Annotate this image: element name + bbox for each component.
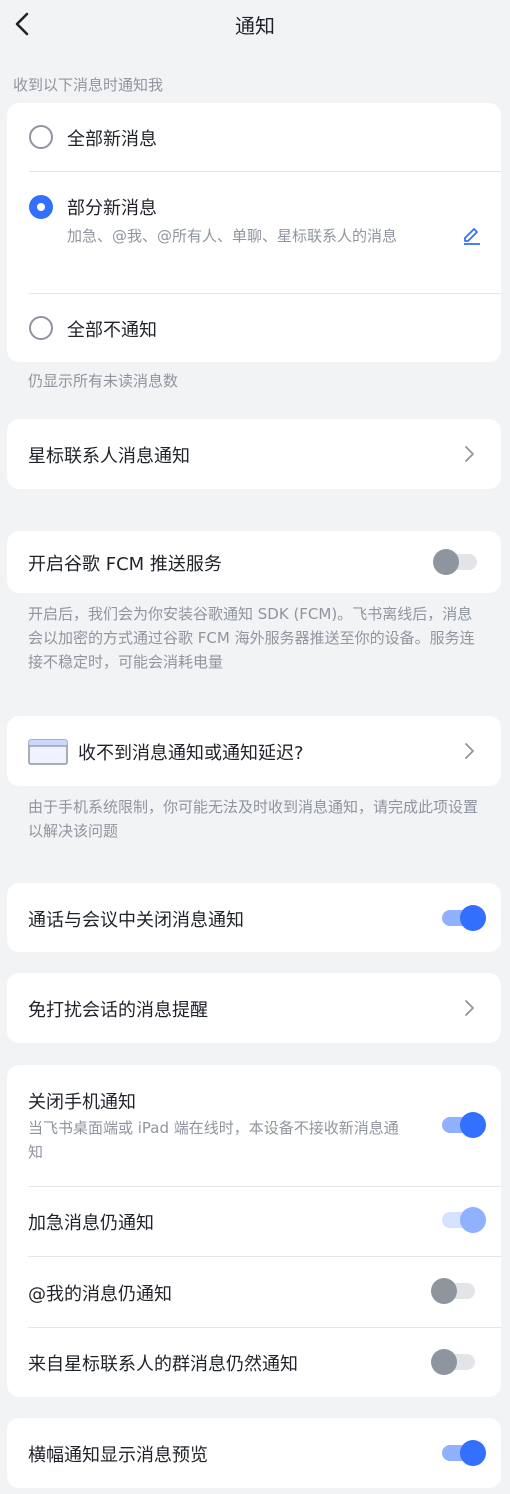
notify-options-card: 全部新消息 部分新消息 加急、@我、@所有人、单聊、星标联系人的消息 全部不通知 (7, 103, 501, 362)
divider (29, 171, 501, 172)
option-label: 全部新消息 (67, 129, 157, 150)
section-label: 收到以下消息时通知我 (13, 76, 164, 94)
dnd-reminder-row[interactable]: 免打扰会话的消息提醒 (7, 973, 501, 1043)
divider (29, 293, 501, 294)
radio-button-selected[interactable] (29, 195, 53, 219)
chevron-right-icon (465, 1000, 474, 1016)
divider (28, 1186, 501, 1187)
toggle-knob (460, 1440, 486, 1466)
row-label: 来自星标联系人的群消息仍然通知 (28, 1354, 298, 1375)
row-label: 关闭手机通知 (28, 1092, 136, 1113)
toggle-knob (460, 1207, 486, 1233)
device-window-icon (28, 739, 68, 765)
row-label: @我的消息仍通知 (28, 1284, 172, 1305)
divider (28, 1327, 501, 1328)
mention-toggle[interactable] (431, 1277, 479, 1305)
urgent-toggle[interactable] (438, 1206, 486, 1234)
row-detail: 当飞书桌面端或 iPad 端在线时，本设备不接收新消息通知 (28, 1119, 399, 1161)
divider (28, 1256, 501, 1257)
delay-description: 由于手机系统限制，你可能无法及时收到消息通知，请完成此项设置以解决该问题 (28, 798, 479, 840)
row-label: 星标联系人消息通知 (28, 446, 190, 467)
toggle-knob (433, 549, 459, 575)
option-label: 全部不通知 (67, 320, 157, 341)
row-label: 横幅通知显示消息预览 (28, 1445, 208, 1466)
chevron-right-icon (465, 446, 474, 462)
fcm-row: 开启谷歌 FCM 推送服务 (7, 531, 501, 593)
option-label: 部分新消息 (67, 198, 157, 219)
chevron-right-icon (465, 743, 474, 759)
starred-group-toggle[interactable] (431, 1348, 479, 1376)
fcm-toggle[interactable] (433, 548, 481, 576)
phone-notification-card: 关闭手机通知 当飞书桌面端或 iPad 端在线时，本设备不接收新消息通知 加急消… (7, 1065, 501, 1397)
page-title: 通知 (235, 14, 275, 38)
row-label: 通话与会议中关闭消息通知 (28, 910, 244, 931)
banner-preview-row: 横幅通知显示消息预览 (7, 1418, 501, 1488)
toggle-knob (431, 1278, 457, 1304)
banner-preview-toggle[interactable] (438, 1439, 486, 1467)
row-label: 开启谷歌 FCM 推送服务 (28, 554, 222, 575)
toggle-knob (431, 1349, 457, 1375)
footnote: 仍显示所有未读消息数 (28, 372, 179, 390)
row-label: 收不到消息通知或通知延迟? (78, 743, 304, 764)
radio-button[interactable] (29, 316, 53, 340)
row-label: 免打扰会话的消息提醒 (28, 1000, 208, 1021)
pencil-icon[interactable] (461, 223, 483, 245)
call-meeting-row: 通话与会议中关闭消息通知 (7, 883, 501, 952)
radio-button[interactable] (29, 125, 53, 149)
option-detail: 加急、@我、@所有人、单聊、星标联系人的消息 (67, 227, 398, 245)
delay-row[interactable]: 收不到消息通知或通知延迟? (7, 716, 501, 786)
toggle-knob (460, 1112, 486, 1138)
starred-contacts-row[interactable]: 星标联系人消息通知 (7, 419, 501, 489)
close-phone-toggle[interactable] (438, 1111, 486, 1139)
toggle-knob (460, 905, 486, 931)
call-meeting-toggle[interactable] (438, 904, 486, 932)
fcm-description: 开启后，我们会为你安装谷歌通知 SDK (FCM)。飞书离线后，消息会以加密的方… (28, 605, 475, 671)
row-label: 加急消息仍通知 (28, 1213, 154, 1234)
